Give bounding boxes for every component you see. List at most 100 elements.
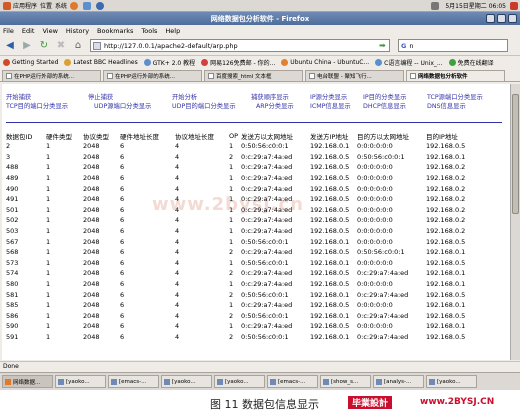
reload-button[interactable]: ↻ <box>37 39 51 53</box>
menu-tools[interactable]: Tools <box>141 27 157 35</box>
back-button[interactable]: ◀ <box>3 39 17 53</box>
link-start-capture[interactable]: 开始捕获 <box>6 92 31 101</box>
taskbar-button[interactable]: [yaoko... <box>55 375 106 388</box>
table-cell: 2048 <box>83 216 100 225</box>
taskbar-label: [show_s... <box>331 378 359 385</box>
taskbar-button[interactable]: [emacs-... <box>267 375 318 388</box>
link-udp-dest-port[interactable]: UDP目的端口分类显示 <box>172 101 236 110</box>
link-dns[interactable]: DNS信息显示 <box>427 101 466 110</box>
link-tcp-dest-port[interactable]: TCP目的端口分类显示 <box>6 101 68 110</box>
link-ip-destination[interactable]: IP目的分类显示 <box>363 92 406 101</box>
taskbar-button[interactable]: 网络数据... <box>2 375 53 388</box>
go-arrow-icon[interactable]: ➡ <box>379 41 389 50</box>
table-cell: 4 <box>175 237 180 246</box>
link-arp[interactable]: ARP分类显示 <box>256 101 294 110</box>
menu-label: 位置 <box>40 3 53 10</box>
taskbar-button[interactable]: [emacs-... <box>108 375 159 388</box>
table-cell: 192.168.0.1 <box>310 258 350 267</box>
taskbar-button[interactable]: [yaoko... <box>426 375 477 388</box>
link-udp-source-port[interactable]: UDP源端口分类显示 <box>94 101 151 110</box>
link-dhcp[interactable]: DHCP信息显示 <box>363 101 406 110</box>
table-cell: 1 <box>46 184 51 193</box>
menu-help[interactable]: Help <box>165 27 180 35</box>
table-row: 585 1 2048 6 4 1 0:c:29:a7:4a:ed 192.168.0.5 0:0… <box>6 300 481 311</box>
taskbar-button[interactable]: [yaoko... <box>214 375 265 388</box>
window-controls <box>484 14 517 23</box>
taskbar-button[interactable]: [analys-... <box>373 375 424 388</box>
link-tcp-source-port[interactable]: TCP源端口分类显示 <box>427 92 483 101</box>
stop-button[interactable]: ✖ <box>54 39 68 53</box>
search-value: n <box>409 41 414 50</box>
desktop-screen: 应用程序 位置 系统 5月15日星期二 06:05 网络数据包分析软件 - Fi… <box>0 0 520 390</box>
table-cell: 4 <box>175 152 180 161</box>
window-icon <box>111 378 117 385</box>
home-button[interactable]: ⌂ <box>71 39 85 53</box>
taskbar-button[interactable]: [show_s... <box>320 375 371 388</box>
table-cell: 192.168.0.5 <box>310 174 350 183</box>
link-stop-capture[interactable]: 停止捕获 <box>88 92 113 101</box>
window-titlebar[interactable]: 网络数据包分析软件 - Firefox <box>0 12 520 25</box>
volume-icon <box>431 1 440 10</box>
page-content: 开始捕获 停止捕获 开始分析 捕获顺序显示 IP源分类显示 IP目的分类显示 T… <box>2 84 510 360</box>
menu-bookmarks[interactable]: Bookmarks <box>97 27 133 35</box>
tab[interactable]: 在PHP运行外部的系统... <box>103 70 202 81</box>
table-cell: 0:50:56:c0:0:1 <box>357 152 405 161</box>
minimize-button[interactable] <box>486 14 495 23</box>
bookmark-item[interactable]: GTK+ 2.0 教程 <box>143 58 195 67</box>
table-row: 491 1 2048 6 4 1 0:c:29:a7:4a:ed 192.168.0.5 0:0… <box>6 194 481 205</box>
link-start-analysis[interactable]: 开始分析 <box>172 92 197 101</box>
menu-edit[interactable]: Edit <box>22 27 35 35</box>
menu-system[interactable]: 系统 <box>55 1 67 10</box>
vertical-scrollbar[interactable] <box>510 84 520 360</box>
volume-indicator[interactable] <box>431 1 441 10</box>
bookmark-item[interactable]: 网易126免费邮 - 你的... <box>201 58 275 67</box>
tab[interactable]: 百度搜索_html 文本框 <box>204 70 303 81</box>
link-icmp[interactable]: ICMP信息显示 <box>310 101 351 110</box>
table-cell: 4 <box>175 280 180 289</box>
menu-history[interactable]: History <box>66 27 89 35</box>
tab-label: 在PHP运行外部的系统... <box>14 74 75 80</box>
site-logo: 毕業設計 <box>348 396 393 409</box>
table-cell: 1 <box>229 301 234 310</box>
url-bar[interactable]: http://127.0.0.1/apache2-default/arp.php… <box>90 39 390 52</box>
taskbar-label: [yaoko... <box>172 378 196 385</box>
table-cell: 2048 <box>83 332 100 341</box>
table-cell: 1 <box>229 205 234 214</box>
logout-button[interactable] <box>510 1 520 10</box>
forward-button[interactable]: ▶ <box>20 39 34 53</box>
launcher-mail[interactable] <box>83 1 93 10</box>
bookmark-item[interactable]: C语言编程 -- Unix_... <box>375 58 443 67</box>
tab[interactable]: 在PHP运行外部的系统... <box>2 70 101 81</box>
launcher-firefox[interactable] <box>70 1 80 10</box>
link-capture-order[interactable]: 捕获顺序显示 <box>251 92 289 101</box>
bookmark-icon <box>201 58 209 66</box>
close-button[interactable] <box>508 14 517 23</box>
bookmark-icon <box>375 58 383 66</box>
bookmarks-toolbar: Getting Started Latest BBC Headlines GTK… <box>0 56 520 68</box>
table-cell: 2048 <box>83 142 100 151</box>
menu-view[interactable]: View <box>42 27 57 35</box>
tab[interactable]: 电台联盟 - 聚知飞行... <box>305 70 404 81</box>
bookmark-item[interactable]: 免费在线翻译 <box>448 58 494 67</box>
menu-places[interactable]: 位置 <box>40 1 52 10</box>
table-cell: 192.168.0.1 <box>310 142 350 151</box>
search-input[interactable]: G n <box>398 39 508 52</box>
menu-applications[interactable]: 应用程序 <box>3 1 37 10</box>
scrollbar-thumb[interactable] <box>512 94 519 214</box>
table-cell: 502 <box>6 216 19 225</box>
launcher-help[interactable] <box>96 1 106 10</box>
bookmark-item[interactable]: Getting Started <box>3 58 58 66</box>
table-cell: 488 <box>6 163 19 172</box>
maximize-button[interactable] <box>497 14 506 23</box>
bookmark-item[interactable]: Latest BBC Headlines <box>64 58 138 66</box>
link-ip-source[interactable]: IP源分类显示 <box>310 92 347 101</box>
table-row: 590 1 2048 6 4 1 0:c:29:a7:4a:ed 192.168.0.5 0:0… <box>6 321 481 332</box>
tab-active[interactable]: 网络数据包分析软件 <box>406 70 505 81</box>
taskbar-button[interactable]: [yaoko... <box>161 375 212 388</box>
clock[interactable]: 5月15日星期二 06:05 <box>445 1 506 10</box>
caption-text: 图 11 数据包信息显示 <box>210 398 319 411</box>
table-cell: 0:0:0:0:0:0 <box>357 227 393 236</box>
table-cell: 0:c:29:a7:4a:ed <box>241 195 293 204</box>
menu-file[interactable]: File <box>3 27 14 35</box>
bookmark-item[interactable]: Ubuntu China - UbuntuC... <box>281 58 369 66</box>
